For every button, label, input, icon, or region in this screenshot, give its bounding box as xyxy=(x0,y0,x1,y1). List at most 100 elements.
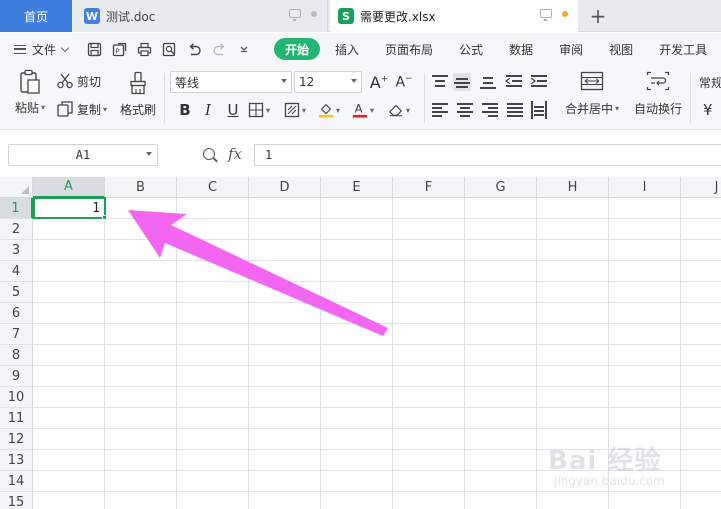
file-menu[interactable]: 文件 xyxy=(14,41,70,58)
number-format-value: 常规 xyxy=(699,76,721,90)
paste-button[interactable]: 粘贴 ▾ xyxy=(12,69,48,127)
tab-xlsx[interactable]: S 需要更改.xlsx xyxy=(330,0,578,32)
save-icon[interactable] xyxy=(86,41,102,57)
column-header-h[interactable]: H xyxy=(537,177,609,198)
align-left-icon[interactable] xyxy=(431,101,449,119)
row-header-14[interactable]: 14 xyxy=(0,471,33,492)
menu-formulas[interactable]: 公式 xyxy=(446,38,496,60)
name-box[interactable]: A1 xyxy=(8,144,158,166)
export-icon[interactable]: P xyxy=(111,41,127,57)
menu-insert[interactable]: 插入 xyxy=(322,38,372,60)
caret-down-icon xyxy=(281,79,287,83)
paint-bucket-icon xyxy=(318,103,334,118)
underline-button[interactable]: U xyxy=(222,99,244,121)
menu-data[interactable]: 数据 xyxy=(496,38,546,60)
fill-handle[interactable] xyxy=(102,215,107,220)
font-size-value: 12 xyxy=(299,75,315,89)
menu-page-layout[interactable]: 页面布局 xyxy=(372,38,446,60)
new-tab-button[interactable]: + xyxy=(586,2,610,30)
caret-down-icon: ▾ xyxy=(265,105,270,115)
undo-icon[interactable] xyxy=(186,41,202,57)
wrap-text-button[interactable]: 自动换行 xyxy=(632,71,684,117)
row-header-3[interactable]: 3 xyxy=(0,240,33,261)
caret-down-icon: ▾ xyxy=(405,105,410,115)
customize-toolbar-icon[interactable] xyxy=(236,41,252,57)
italic-button[interactable]: I xyxy=(197,99,219,121)
merge-center-button[interactable]: 合并居中 ▾ xyxy=(562,71,622,117)
decrease-indent-icon[interactable] xyxy=(505,73,523,91)
screen-icon[interactable] xyxy=(289,9,301,21)
watermark-main: Bai 经验 xyxy=(548,446,662,476)
column-header-e[interactable]: E xyxy=(321,177,393,198)
font-color-button[interactable]: A ▾ xyxy=(352,99,374,121)
font-name-select[interactable]: 等线 xyxy=(170,71,292,93)
cut-button[interactable]: 剪切 xyxy=(56,72,101,90)
tab-doc[interactable]: W 测试.doc xyxy=(72,0,328,32)
ribbon-separator xyxy=(164,73,165,123)
clear-format-button[interactable]: ▾ xyxy=(388,99,410,121)
align-center-icon[interactable] xyxy=(456,101,474,119)
row-header-11[interactable]: 11 xyxy=(0,408,33,429)
column-header-f[interactable]: F xyxy=(393,177,465,198)
column-header-a[interactable]: A xyxy=(33,177,105,198)
column-header-c[interactable]: C xyxy=(177,177,249,198)
menu-review[interactable]: 审阅 xyxy=(546,38,596,60)
screen-icon[interactable] xyxy=(540,9,552,21)
column-header-g[interactable]: G xyxy=(465,177,537,198)
column-header-b[interactable]: B xyxy=(105,177,177,198)
formula-input[interactable]: 1 xyxy=(254,144,721,166)
word-doc-icon: W xyxy=(84,8,100,24)
fill-color-button[interactable]: ▾ xyxy=(318,99,340,121)
increase-indent-icon[interactable] xyxy=(530,73,548,91)
ribbon-separator xyxy=(424,73,425,123)
row-header-5[interactable]: 5 xyxy=(0,282,33,303)
formula-bar: A1 fx 1 xyxy=(0,140,721,172)
cell-style-button[interactable]: ▾ xyxy=(284,99,306,121)
row-header-12[interactable]: 12 xyxy=(0,429,33,450)
tab-doc-tools xyxy=(289,9,317,21)
currency-format-button[interactable]: ¥ xyxy=(703,101,713,119)
print-preview-icon[interactable] xyxy=(161,41,177,57)
increase-font-size-button[interactable]: A+ xyxy=(368,71,390,93)
justify-icon[interactable] xyxy=(506,101,524,119)
redo-icon[interactable] xyxy=(211,41,227,57)
row-header-6[interactable]: 6 xyxy=(0,303,33,324)
row-header-4[interactable]: 4 xyxy=(0,261,33,282)
column-header-d[interactable]: D xyxy=(249,177,321,198)
active-cell-a1[interactable]: 1 xyxy=(33,197,106,219)
decrease-font-size-button[interactable]: A− xyxy=(393,71,415,93)
row-header-8[interactable]: 8 xyxy=(0,345,33,366)
row-header-1[interactable]: 1 xyxy=(0,198,33,219)
select-all-corner[interactable] xyxy=(0,177,33,198)
format-painter-button[interactable]: 格式刷 xyxy=(118,71,158,118)
row-header-15[interactable]: 15 xyxy=(0,492,33,509)
align-right-icon[interactable] xyxy=(481,101,499,119)
row-header-7[interactable]: 7 xyxy=(0,324,33,345)
caret-down-icon xyxy=(146,152,152,156)
column-header-i[interactable]: I xyxy=(609,177,681,198)
distributed-align-icon[interactable] xyxy=(530,101,548,119)
align-middle-icon[interactable] xyxy=(453,73,471,91)
row-header-9[interactable]: 9 xyxy=(0,366,33,387)
menu-home[interactable]: 开始 xyxy=(274,38,321,60)
align-bottom-icon[interactable] xyxy=(479,73,497,91)
row-header-10[interactable]: 10 xyxy=(0,387,33,408)
copy-icon xyxy=(57,101,73,117)
align-top-icon[interactable] xyxy=(431,73,449,91)
file-menu-label: 文件 xyxy=(32,42,57,57)
number-format-select[interactable]: 常规 xyxy=(699,74,721,91)
borders-button[interactable]: ▾ xyxy=(248,99,270,121)
column-header-j[interactable]: J xyxy=(681,177,721,198)
tab-home[interactable]: 首页 xyxy=(0,0,72,32)
eraser-icon xyxy=(388,104,403,117)
font-size-select[interactable]: 12 xyxy=(294,71,362,93)
bold-button[interactable]: B xyxy=(174,99,196,121)
copy-button[interactable]: 复制 ▾ xyxy=(56,100,107,118)
zoom-search-icon[interactable] xyxy=(203,148,215,160)
print-icon[interactable] xyxy=(136,41,152,57)
menu-developer[interactable]: 开发工具 xyxy=(646,38,720,60)
row-header-13[interactable]: 13 xyxy=(0,450,33,471)
insert-function-button[interactable]: fx xyxy=(228,145,242,163)
row-header-2[interactable]: 2 xyxy=(0,219,33,240)
menu-view[interactable]: 视图 xyxy=(596,38,646,60)
